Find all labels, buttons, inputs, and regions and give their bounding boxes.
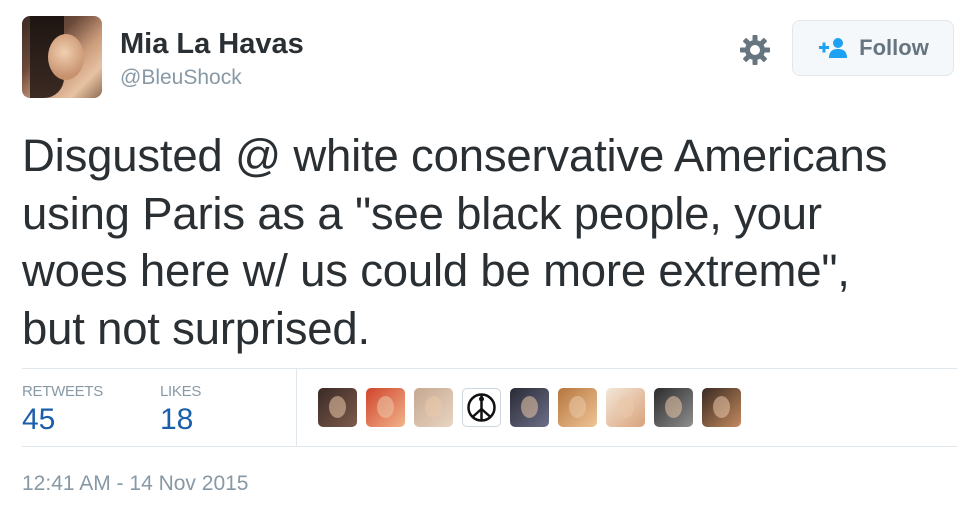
liker-avatar-peace[interactable] [462, 388, 501, 427]
liker-face [569, 396, 586, 418]
retweets-label[interactable]: RETWEETS [22, 383, 103, 400]
tweet-line: Disgusted @ white conservative Americans [22, 130, 888, 181]
stats-divider-top [22, 368, 957, 369]
liker-avatar-8[interactable] [654, 388, 693, 427]
avatar-face [48, 34, 84, 80]
tweet-text: Disgusted @ white conservative Americans… [22, 127, 962, 357]
tweet-line: woes here w/ us could be more extreme", [22, 245, 850, 296]
liker-avatar-7[interactable] [606, 388, 645, 427]
liker-face [665, 396, 682, 418]
follow-button-label: Follow [859, 35, 929, 60]
liker-avatar-9[interactable] [702, 388, 741, 427]
likes-count[interactable]: 18 [160, 403, 193, 437]
liker-avatars [318, 388, 741, 427]
retweets-count[interactable]: 45 [22, 403, 55, 437]
liker-avatar-3[interactable] [414, 388, 453, 427]
user-handle[interactable]: @BleuShock [120, 66, 242, 90]
liker-avatar-6[interactable] [558, 388, 597, 427]
likes-label[interactable]: LIKES [160, 383, 201, 400]
stats-divider-bottom [22, 446, 957, 447]
stats-divider-vertical [296, 369, 297, 446]
follow-button[interactable]: Follow [792, 20, 954, 76]
peace-for-paris-icon [463, 393, 500, 426]
tweet-line: using Paris as a "see black people, your [22, 187, 822, 239]
gear-icon[interactable] [737, 32, 773, 68]
liker-face [617, 396, 634, 418]
liker-face [425, 396, 442, 418]
user-avatar[interactable] [22, 16, 102, 98]
liker-avatar-5[interactable] [510, 388, 549, 427]
liker-face [713, 396, 730, 418]
liker-avatar-2[interactable] [366, 388, 405, 427]
liker-face [377, 396, 394, 418]
liker-face [521, 396, 538, 418]
liker-face [329, 396, 346, 418]
tweet-timestamp[interactable]: 12:41 AM - 14 Nov 2015 [22, 472, 248, 496]
tweet-line: but not surprised. [22, 302, 370, 354]
add-user-icon [817, 37, 849, 59]
user-display-name[interactable]: Mia La Havas [120, 28, 304, 61]
liker-avatar-1[interactable] [318, 388, 357, 427]
